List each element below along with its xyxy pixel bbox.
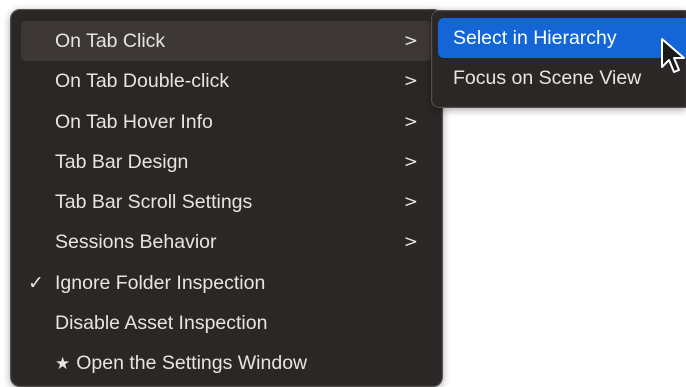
menu-item-label: Sessions Behavior xyxy=(55,231,217,254)
menu-item-disable-asset-inspection[interactable]: Disable Asset Inspection xyxy=(21,303,432,343)
submenu-item-select-in-hierarchy[interactable]: Select in Hierarchy xyxy=(438,18,686,58)
menu-item-label: On Tab Hover Info xyxy=(55,110,213,133)
chevron-right-icon: > xyxy=(403,151,418,172)
mouse-pointer-icon xyxy=(661,38,685,73)
menu-item-on-tab-hover-info[interactable]: On Tab Hover Info > xyxy=(21,102,432,142)
star-icon: ★ xyxy=(55,354,71,375)
chevron-right-icon: > xyxy=(403,232,418,253)
checkmark-icon: ✓ xyxy=(28,271,44,294)
chevron-right-icon: > xyxy=(403,31,418,51)
chevron-right-icon: > xyxy=(403,71,418,92)
menu-item-tab-bar-scroll-settings[interactable]: Tab Bar Scroll Settings > xyxy=(21,182,432,222)
menu-item-tab-bar-design[interactable]: Tab Bar Design > xyxy=(21,142,432,182)
menu-item-on-tab-click[interactable]: On Tab Click > xyxy=(21,21,432,62)
submenu-item-label: Focus on Scene View xyxy=(453,67,642,89)
menu-item-open-settings-window[interactable]: ★ Open the Settings Window xyxy=(21,343,432,383)
menu-item-sessions-behavior[interactable]: Sessions Behavior > xyxy=(21,222,432,262)
menu-item-label: Open the Settings Window xyxy=(76,352,308,375)
submenu-item-focus-on-scene-view[interactable]: Focus on Scene View xyxy=(438,58,686,98)
menu-item-label: Ignore Folder Inspection xyxy=(55,271,266,294)
menu-item-label: Tab Bar Scroll Settings xyxy=(55,191,253,214)
context-menu: On Tab Click > On Tab Double-click > On … xyxy=(10,9,443,387)
submenu-on-tab-click: Select in Hierarchy Focus on Scene View xyxy=(431,10,686,108)
menu-item-label: Tab Bar Design xyxy=(55,150,189,173)
screen: On Tab Click > On Tab Double-click > On … xyxy=(0,0,686,387)
menu-item-label: On Tab Double-click xyxy=(55,70,230,93)
menu-item-on-tab-double-click[interactable]: On Tab Double-click > xyxy=(21,61,432,101)
submenu-item-label: Select in Hierarchy xyxy=(453,27,617,49)
chevron-right-icon: > xyxy=(403,192,418,213)
menu-item-label: Disable Asset Inspection xyxy=(55,312,268,335)
menu-item-label: On Tab Click xyxy=(55,30,166,52)
menu-item-ignore-folder-inspection[interactable]: ✓ Ignore Folder Inspection xyxy=(21,263,432,303)
chevron-right-icon: > xyxy=(403,111,418,132)
